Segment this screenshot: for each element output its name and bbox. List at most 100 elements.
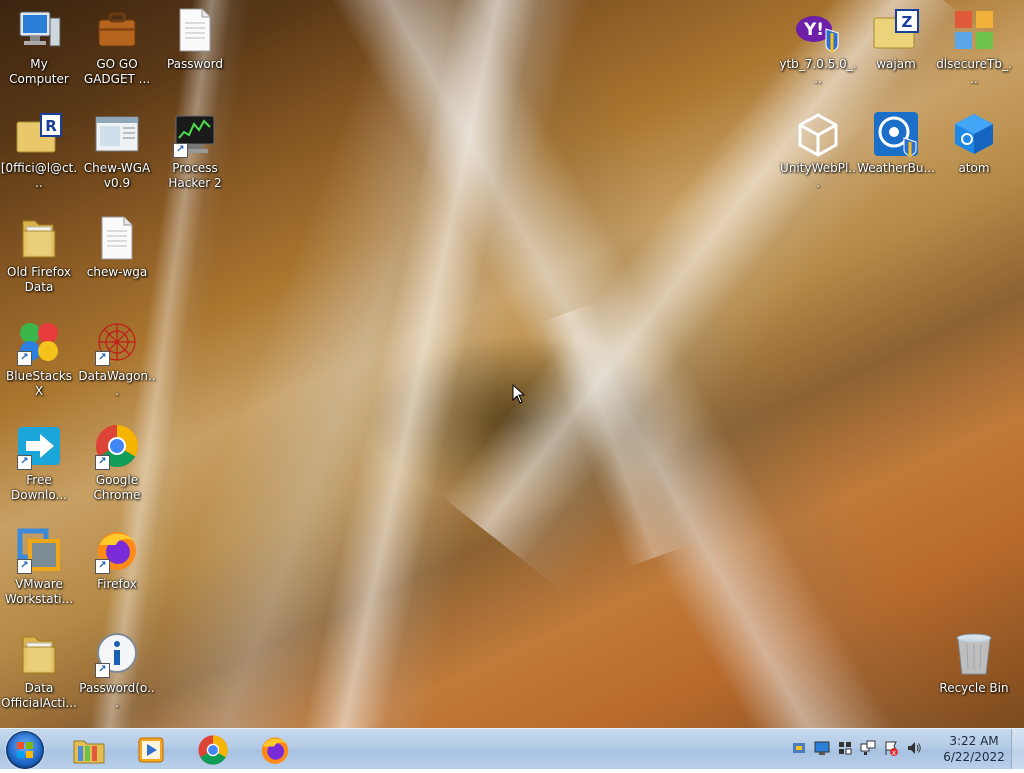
firefox-icon: ↗ — [93, 526, 141, 574]
desktop-icon-weatherbug[interactable]: WeatherBu... — [857, 110, 935, 210]
shortcut-arrow-icon: ↗ — [17, 455, 32, 470]
desktop-icon-old-firefox-data[interactable]: Old Firefox Data — [0, 214, 78, 314]
media-player-icon — [138, 737, 164, 763]
computer-icon — [15, 6, 63, 54]
tray-windows-icon[interactable] — [836, 739, 854, 757]
tray-flag-icon[interactable]: x — [882, 739, 900, 757]
icon-label: WeatherBu... — [857, 161, 935, 175]
document-icon — [171, 6, 219, 54]
puzzle-icon — [950, 6, 998, 54]
desktop-icon-chew-wga-app[interactable]: Chew-WGA v0.9 — [78, 110, 156, 210]
mouse-cursor-icon — [512, 383, 526, 408]
taskbar-chrome-button[interactable] — [188, 732, 238, 768]
wallpaper-streak — [296, 0, 584, 728]
desktop-icon-officiel[interactable]: R [0ffici@l@ct... — [0, 110, 78, 210]
show-desktop-button[interactable] — [1011, 729, 1024, 769]
icon-label: DataWagon... — [78, 369, 156, 398]
icon-label: BlueStacks X — [5, 369, 73, 398]
tray-network-share-icon[interactable] — [790, 739, 808, 757]
shortcut-arrow-icon: ↗ — [17, 559, 32, 574]
bluestacks-icon: ↗ — [15, 318, 63, 366]
icon-label: Process Hacker 2 — [168, 161, 222, 190]
desktop-icon-wajam[interactable]: Z wajam — [857, 6, 935, 106]
desktop-icon-chew-wga[interactable]: chew-wga — [78, 214, 156, 314]
recycle-bin-icon — [950, 630, 998, 678]
desktop-icon-atom[interactable]: atom — [935, 110, 1013, 210]
taskbar-media-player-button[interactable] — [126, 732, 176, 768]
desktop-icon-dlsecuretb[interactable]: dlsecureTb_... — [935, 6, 1013, 106]
firefox-icon — [261, 737, 289, 764]
taskbar: x 3:22 AM 6/22/2022 — [0, 728, 1024, 769]
icon-label: atom — [958, 161, 990, 175]
taskbar-clock[interactable]: 3:22 AM 6/22/2022 — [940, 733, 1008, 765]
system-tray: x — [790, 737, 923, 759]
shortcut-arrow-icon: ↗ — [17, 351, 32, 366]
windows-logo-icon — [17, 742, 33, 758]
folder-library-icon — [73, 740, 105, 764]
atom-cube-icon — [950, 110, 998, 158]
icon-label: ytb_7.0.5.0_... — [779, 57, 857, 86]
tray-volume-icon[interactable] — [905, 739, 923, 757]
desktop-icon-bluestacks[interactable]: ↗ BlueStacks X — [0, 318, 78, 418]
desktop-icon-go-go-gadget[interactable]: GO GO GADGET ... — [78, 6, 156, 106]
icon-label: wajam — [876, 57, 916, 71]
desktop-icon-datawagon[interactable]: ↗ DataWagon... — [78, 318, 156, 418]
shortcut-arrow-icon: ↗ — [95, 559, 110, 574]
chrome-icon — [198, 735, 228, 765]
desktop-icon-free-download[interactable]: ↗ Free Downlo... — [0, 422, 78, 522]
icon-label: [0ffici@l@ct... — [0, 161, 78, 190]
desktop-icon-password-o[interactable]: ↗ Password(o... — [78, 630, 156, 728]
icon-label: Chew-WGA v0.9 — [83, 161, 151, 190]
icon-label: Recycle Bin — [939, 681, 1009, 695]
desktop-icon-ytb[interactable]: Y! ytb_7.0.5.0_... — [779, 6, 857, 106]
svg-text:Y!: Y! — [803, 20, 824, 40]
unity-icon — [794, 110, 842, 158]
desktop-icon-process-hacker[interactable]: ↗ Process Hacker 2 — [156, 110, 234, 210]
tray-network-icon[interactable] — [859, 739, 877, 757]
folder-icon — [15, 214, 63, 262]
clock-date: 6/22/2022 — [943, 750, 1005, 764]
desktop[interactable]: My Computer GO GO GADGET ... Password R … — [0, 0, 1024, 728]
icon-label: Google Chrome — [93, 473, 141, 502]
zip-folder-icon: Z — [872, 6, 920, 54]
desktop-icon-password[interactable]: Password — [156, 6, 234, 106]
desktop-icon-recycle-bin[interactable]: Recycle Bin — [935, 630, 1013, 728]
icon-label: VMware Workstati... — [4, 577, 74, 606]
desktop-icon-unity-webplayer[interactable]: UnityWebPl... — [779, 110, 857, 210]
icon-label: chew-wga — [86, 265, 148, 279]
icon-label: Old Firefox Data — [7, 265, 71, 294]
icon-label: dlsecureTb_... — [936, 57, 1012, 86]
taskbar-explorer-button[interactable] — [64, 732, 114, 768]
icon-label: Data OfficialActi... — [1, 681, 77, 710]
monitor-chart-icon: ↗ — [171, 110, 219, 158]
icon-label: GO GO GADGET ... — [83, 57, 151, 86]
icon-label: Password(o... — [79, 681, 155, 710]
folder-icon — [15, 630, 63, 678]
document-icon — [93, 214, 141, 262]
desktop-icon-vmware[interactable]: ↗ VMware Workstati... — [0, 526, 78, 626]
wallpaper-streak — [538, 292, 712, 568]
desktop-icon-data-officialacti[interactable]: Data OfficialActi... — [0, 630, 78, 728]
desktop-icon-my-computer[interactable]: My Computer — [0, 6, 78, 106]
rar-folder-icon: R — [15, 110, 63, 158]
start-button[interactable] — [6, 731, 44, 769]
clock-time: 3:22 AM — [949, 734, 999, 748]
svg-text:Z: Z — [902, 13, 913, 31]
shortcut-arrow-icon: ↗ — [173, 143, 188, 158]
taskbar-firefox-button[interactable] — [250, 732, 300, 768]
icon-label: My Computer — [9, 57, 69, 86]
svg-text:x: x — [892, 749, 896, 756]
chrome-icon: ↗ — [93, 422, 141, 470]
shortcut-arrow-icon: ↗ — [95, 455, 110, 470]
datawagon-icon: ↗ — [93, 318, 141, 366]
download-arrow-icon: ↗ — [15, 422, 63, 470]
desktop-icon-google-chrome[interactable]: ↗ Google Chrome — [78, 422, 156, 522]
shortcut-arrow-icon: ↗ — [95, 351, 110, 366]
app-window-icon — [93, 110, 141, 158]
info-icon: ↗ — [93, 630, 141, 678]
icon-label: Password — [166, 57, 224, 71]
desktop-icon-firefox[interactable]: ↗ Firefox — [78, 526, 156, 626]
icon-label: Firefox — [97, 577, 137, 591]
icon-label: UnityWebPl... — [780, 161, 856, 190]
tray-monitor-icon[interactable] — [813, 739, 831, 757]
